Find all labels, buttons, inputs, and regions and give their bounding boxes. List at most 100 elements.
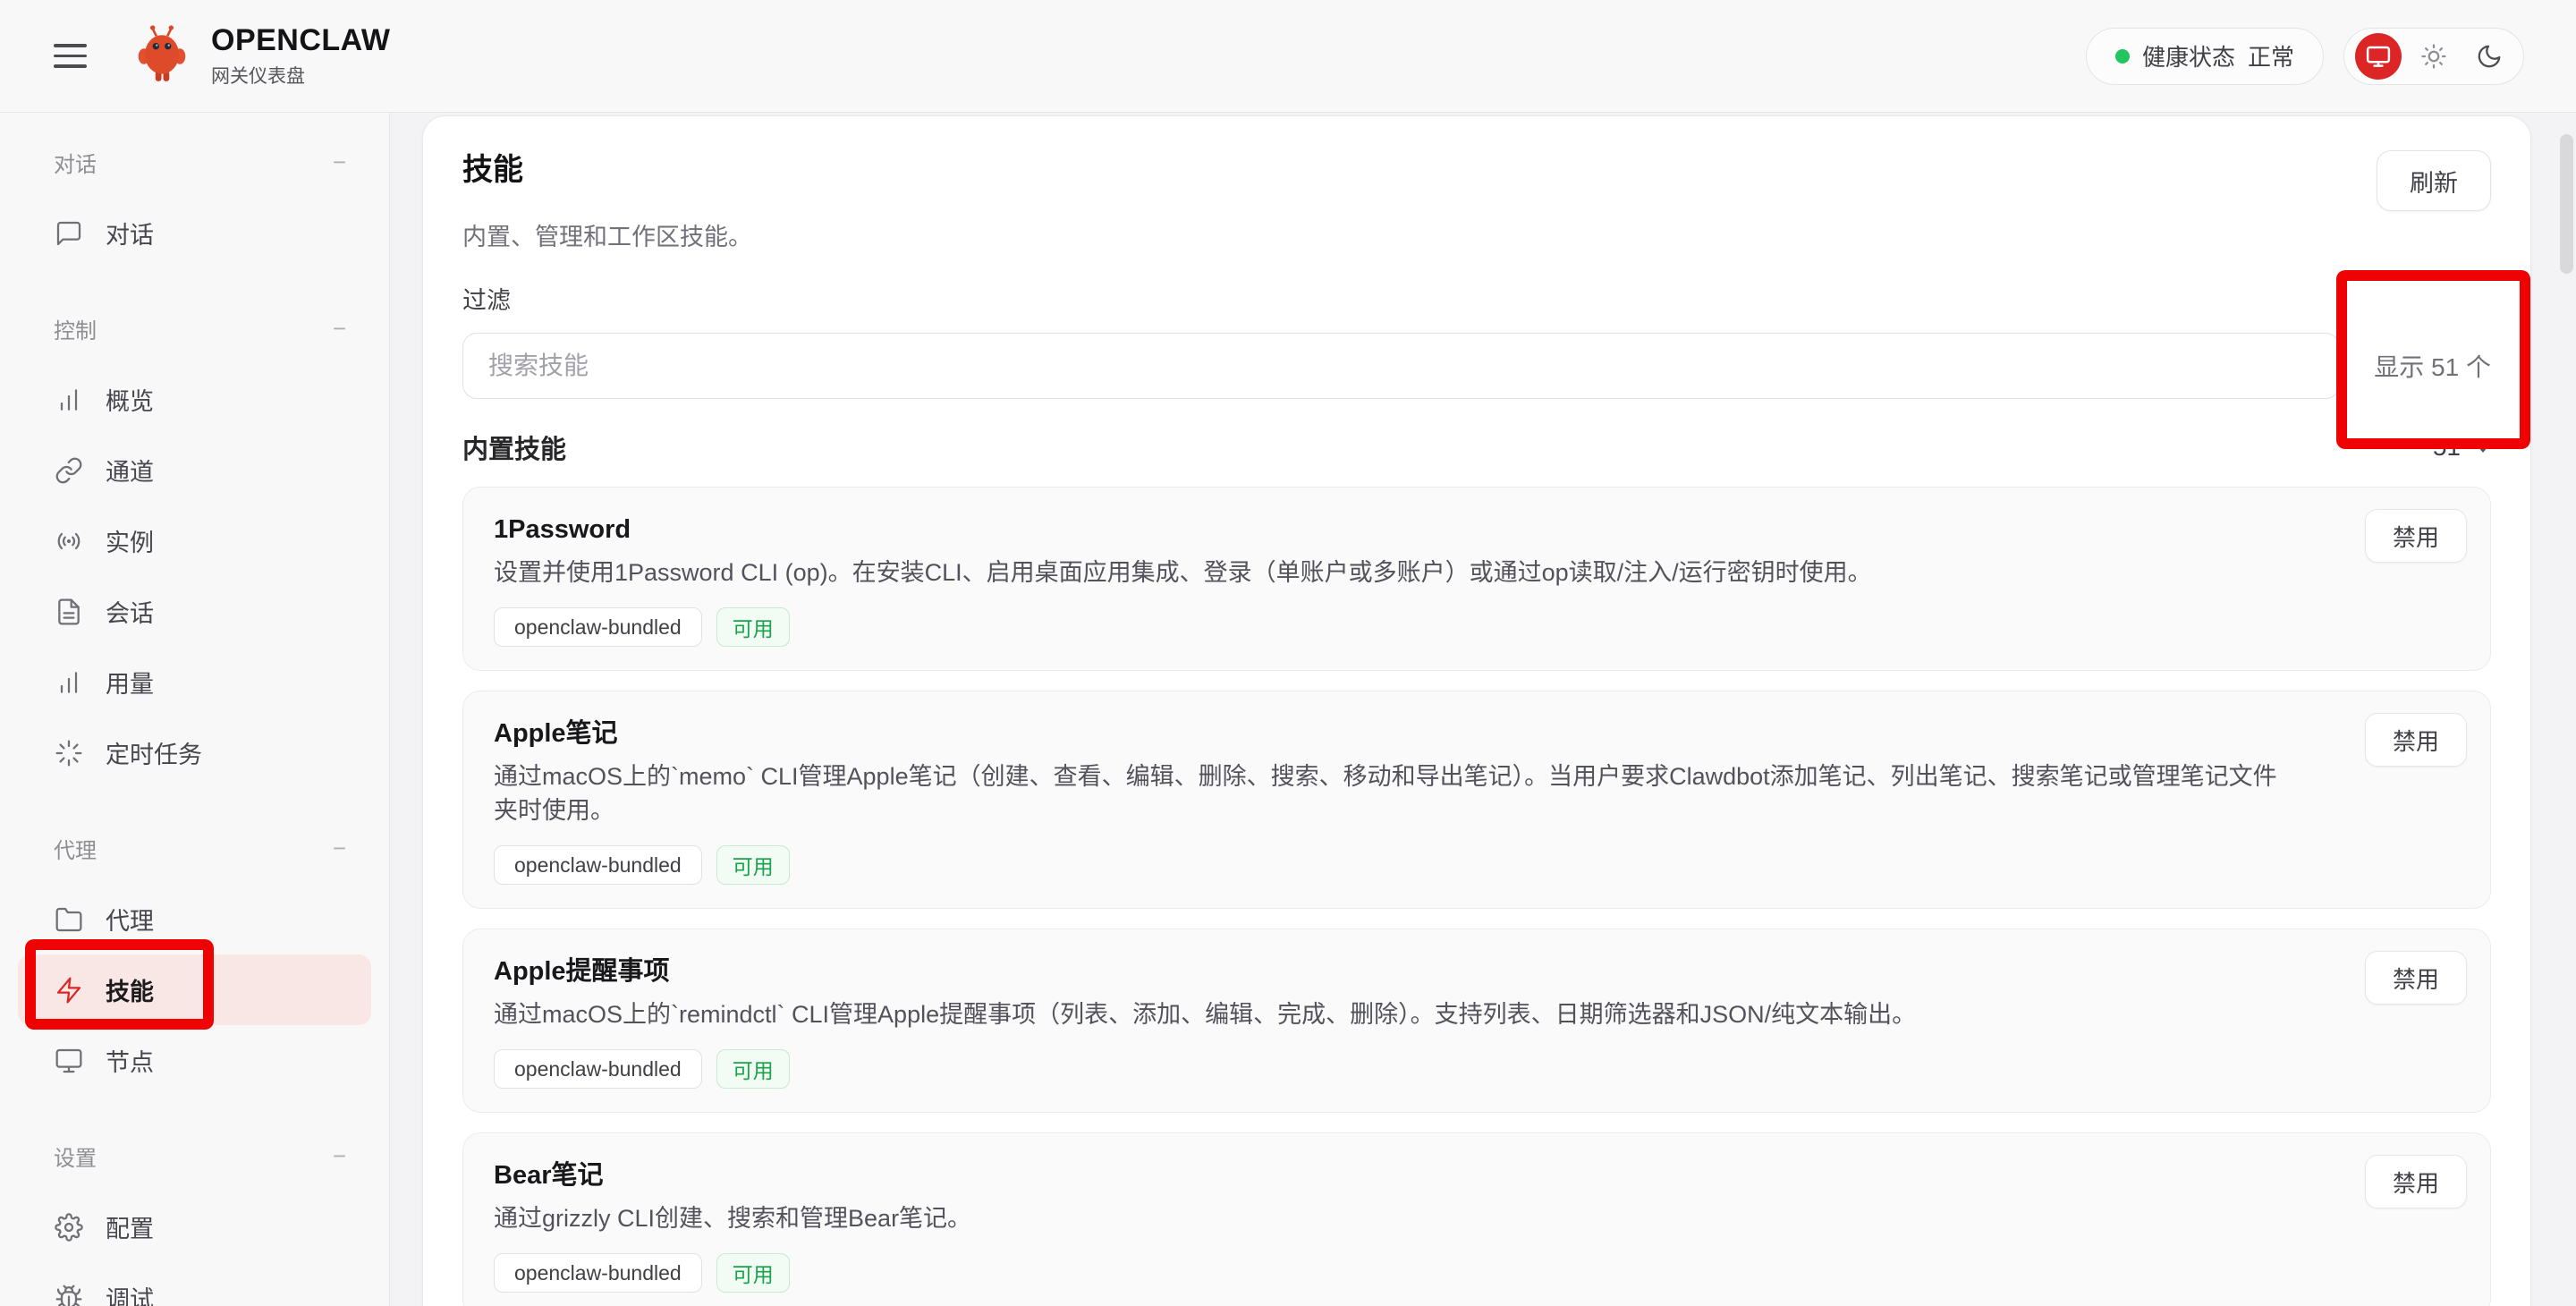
sidebar-item-label: 代理 <box>106 902 154 937</box>
sidebar-item-label: 节点 <box>106 1043 154 1078</box>
collapse-icon[interactable]: − <box>333 315 346 343</box>
sidebar-item-channels[interactable]: 通道 <box>18 435 371 505</box>
chat-bubble-icon <box>54 218 84 249</box>
sidebar-section-label: 对话 <box>54 147 97 178</box>
sidebar-item-label: 实例 <box>106 523 154 558</box>
sidebar-item-label: 定时任务 <box>106 735 202 770</box>
disable-skill-button[interactable]: 禁用 <box>2365 1155 2467 1208</box>
status-badge: 可用 <box>716 1049 790 1089</box>
sidebar-item-label: 对话 <box>106 216 154 250</box>
skill-card: Bear笔记通过grizzly CLI创建、搜索和管理Bear笔记。 opencl… <box>462 1132 2491 1306</box>
sidebar-item-nodes[interactable]: 节点 <box>18 1025 371 1096</box>
monitor-icon <box>54 1046 84 1076</box>
bar-chart-icon <box>54 667 84 698</box>
system-theme-button[interactable] <box>2355 33 2402 80</box>
sidebar-item-label: 技能 <box>106 972 154 1007</box>
disable-skill-button[interactable]: 禁用 <box>2365 951 2467 1005</box>
disable-skill-button[interactable]: 禁用 <box>2365 509 2467 563</box>
skill-name: Apple提醒事项 <box>494 954 2460 988</box>
sidebar-item-sessions[interactable]: 会话 <box>18 576 371 647</box>
badge-row: openclaw-bundled 可用 <box>494 1049 2460 1089</box>
sidebar-section-label: 代理 <box>54 833 97 864</box>
sidebar-item-overview[interactable]: 概览 <box>18 364 371 435</box>
sidebar-item-label: 概览 <box>106 382 154 417</box>
sidebar-item-cron[interactable]: 定时任务 <box>18 717 371 788</box>
app-header: OPENCLAW 网关仪表盘 健康状态 正常 <box>0 0 2576 113</box>
skill-card: Apple笔记通过macOS上的`memo` CLI管理Apple笔记（创建、查… <box>462 691 2491 909</box>
skill-card: Apple提醒事项通过macOS上的`remindctl` CLI管理Apple… <box>462 929 2491 1113</box>
page-title: 技能 <box>462 150 523 190</box>
sparkle-icon <box>54 738 84 768</box>
folder-icon <box>54 904 84 935</box>
refresh-button[interactable]: 刷新 <box>2377 150 2491 211</box>
status-badge: 可用 <box>716 845 790 885</box>
skill-description: 通过macOS上的`remindctl` CLI管理Apple提醒事项（列表、添… <box>494 997 2460 1031</box>
light-theme-button[interactable] <box>2411 33 2457 80</box>
main-region: 技能 刷新 内置、管理和工作区技能。 过滤 显示 51 个 内置技能 51 1P… <box>390 113 2576 1306</box>
bug-icon <box>54 1283 84 1306</box>
gear-icon <box>54 1212 84 1242</box>
moon-icon <box>2476 43 2503 70</box>
brand-block: OPENCLAW 网关仪表盘 <box>211 23 390 89</box>
collapse-icon[interactable]: − <box>333 148 346 176</box>
sidebar-item-usage[interactable]: 用量 <box>18 647 371 717</box>
skill-name: Apple笔记 <box>494 717 2460 751</box>
showing-count-text: 显示 51 个 <box>2374 348 2491 384</box>
bundle-badge: openclaw-bundled <box>494 1253 702 1293</box>
sidebar-section-label: 设置 <box>54 1141 97 1172</box>
monitor-icon <box>2365 43 2392 70</box>
search-input[interactable] <box>462 333 2340 399</box>
sun-icon <box>2420 43 2447 70</box>
badge-row: openclaw-bundled 可用 <box>494 607 2460 647</box>
skill-name: 1Password <box>494 513 2460 547</box>
status-badge: 可用 <box>716 607 790 647</box>
bundle-badge: openclaw-bundled <box>494 845 702 885</box>
skill-description: 通过grizzly CLI创建、搜索和管理Bear笔记。 <box>494 1201 2460 1235</box>
skill-card: 1Password 设置并使用1Password CLI (op)。在安装CLI、… <box>462 487 2491 671</box>
page-scrollbar-thumb[interactable] <box>2560 134 2573 274</box>
app-subtitle: 网关仪表盘 <box>211 62 390 89</box>
skill-description: 通过macOS上的`memo` CLI管理Apple笔记（创建、查看、编辑、删除… <box>494 759 2460 827</box>
health-dot-icon <box>2115 49 2130 64</box>
broadcast-icon <box>54 526 84 556</box>
hamburger-menu-icon[interactable] <box>54 37 93 76</box>
sidebar-item-debug[interactable]: 调试 <box>18 1262 371 1306</box>
collapse-icon[interactable]: − <box>333 835 346 862</box>
sidebar-item-label: 调试 <box>106 1280 154 1306</box>
openclaw-logo <box>132 19 191 94</box>
sidebar-item-label: 用量 <box>106 665 154 700</box>
skill-list: 1Password 设置并使用1Password CLI (op)。在安装CLI、… <box>462 487 2491 1306</box>
collapse-icon[interactable]: − <box>333 1142 346 1170</box>
badge-row: openclaw-bundled 可用 <box>494 1253 2460 1293</box>
health-value: 正常 <box>2248 39 2294 72</box>
sidebar-item-skills[interactable]: 技能 <box>18 954 371 1025</box>
page-size-select[interactable]: 51 <box>2433 433 2491 462</box>
theme-switcher <box>2343 28 2524 85</box>
sidebar-item-chats[interactable]: 对话 <box>18 198 371 268</box>
skills-panel: 技能 刷新 内置、管理和工作区技能。 过滤 显示 51 个 内置技能 51 1P… <box>422 115 2531 1306</box>
badge-row: openclaw-bundled 可用 <box>494 845 2460 885</box>
skill-name: Bear笔记 <box>494 1158 2460 1192</box>
sidebar-item-agents[interactable]: 代理 <box>18 884 371 954</box>
health-label: 健康状态 <box>2142 39 2235 72</box>
dark-theme-button[interactable] <box>2466 33 2512 80</box>
link-icon <box>54 455 84 486</box>
sidebar-nav: 对话−对话控制−概览通道实例会话用量定时任务代理−代理技能节点设置−配置调试 <box>0 113 390 1306</box>
sidebar-section-header: 代理 − <box>0 813 389 884</box>
sidebar-item-label: 配置 <box>106 1209 154 1244</box>
caret-down-icon <box>2475 443 2491 453</box>
sidebar-item-label: 通道 <box>106 453 154 488</box>
lightning-icon <box>54 975 84 1005</box>
bundle-badge: openclaw-bundled <box>494 607 702 647</box>
document-icon <box>54 597 84 627</box>
disable-skill-button[interactable]: 禁用 <box>2365 713 2467 767</box>
app-title: OPENCLAW <box>211 23 390 58</box>
health-status-badge: 健康状态 正常 <box>2086 28 2324 85</box>
bundle-badge: openclaw-bundled <box>494 1049 702 1089</box>
sidebar-item-config[interactable]: 配置 <box>18 1192 371 1262</box>
sidebar-item-instances[interactable]: 实例 <box>18 505 371 576</box>
skill-description: 设置并使用1Password CLI (op)。在安装CLI、启用桌面应用集成、… <box>494 555 2460 589</box>
sidebar-item-label: 会话 <box>106 594 154 629</box>
sidebar-section-header: 设置 − <box>0 1121 389 1192</box>
status-badge: 可用 <box>716 1253 790 1293</box>
